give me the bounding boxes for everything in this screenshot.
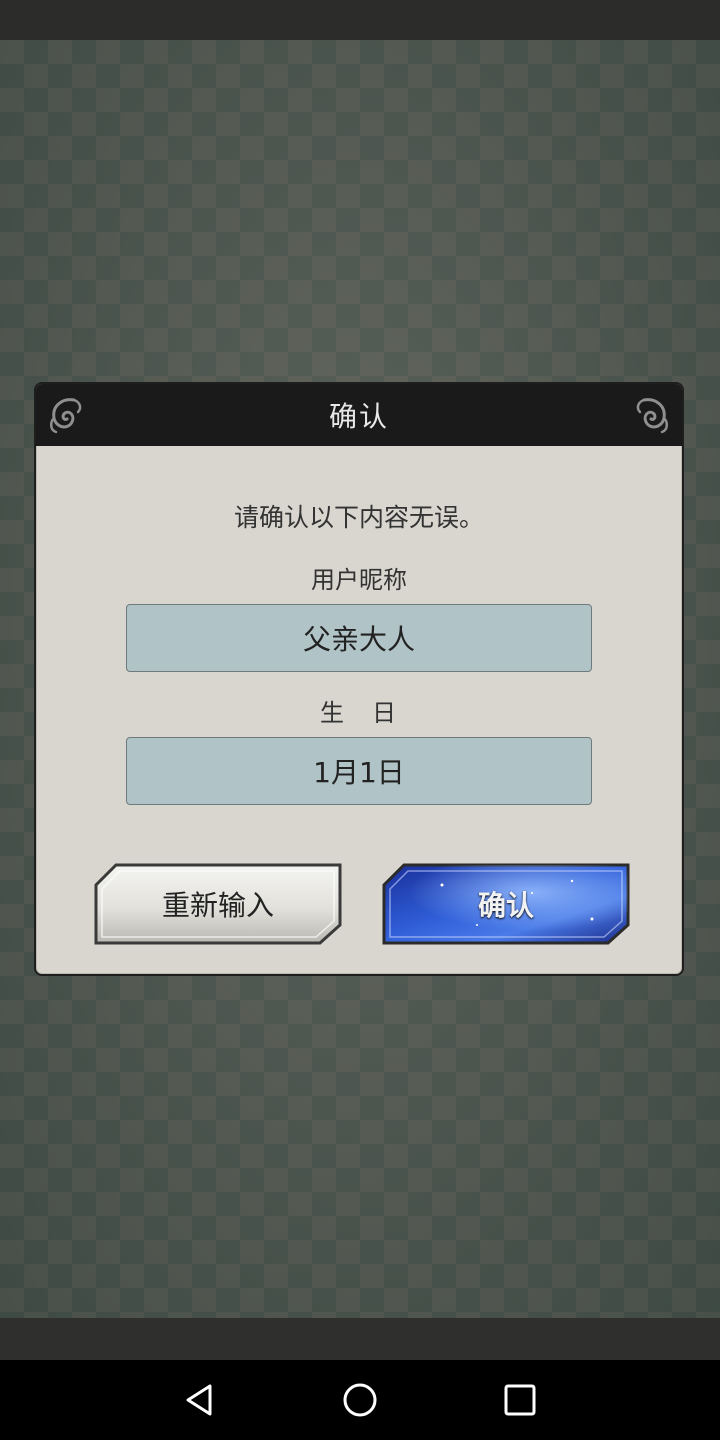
birthday-field: 1月1日 xyxy=(126,737,592,805)
dialog-title: 确认 xyxy=(328,400,389,433)
recent-apps-icon xyxy=(504,1384,536,1416)
confirm-prompt: 请确认以下内容无误。 xyxy=(233,503,484,532)
screen: 确认 请确认以下内容无误。 用户昵称 父亲大人 生 日 1月1日 重新输入 确认 xyxy=(0,0,720,1440)
confirm-button-label: 确认 xyxy=(477,889,534,922)
top-bar xyxy=(0,0,720,40)
ornament-right-icon xyxy=(636,398,668,434)
confirm-dialog: 确认 请确认以下内容无误。 用户昵称 父亲大人 生 日 1月1日 重新输入 确认 xyxy=(34,382,684,976)
system-navigation-bar xyxy=(0,1360,720,1440)
dialog-header: 确认 xyxy=(36,384,682,446)
ornament-left-icon xyxy=(50,398,82,434)
nickname-value: 父亲大人 xyxy=(302,623,415,656)
confirm-button[interactable]: 确认 xyxy=(382,863,630,945)
nickname-field: 父亲大人 xyxy=(126,604,592,672)
home-button[interactable] xyxy=(336,1376,384,1424)
reset-button-label: 重新输入 xyxy=(161,889,274,922)
birthday-label: 生 日 xyxy=(320,699,398,727)
back-icon xyxy=(186,1384,212,1416)
back-button[interactable] xyxy=(176,1376,224,1424)
reset-button[interactable]: 重新输入 xyxy=(94,863,342,945)
bottom-strip xyxy=(0,1318,720,1360)
recent-apps-button[interactable] xyxy=(496,1376,544,1424)
birthday-value: 1月1日 xyxy=(313,756,405,789)
home-icon xyxy=(343,1383,377,1417)
nickname-label: 用户昵称 xyxy=(311,566,407,594)
